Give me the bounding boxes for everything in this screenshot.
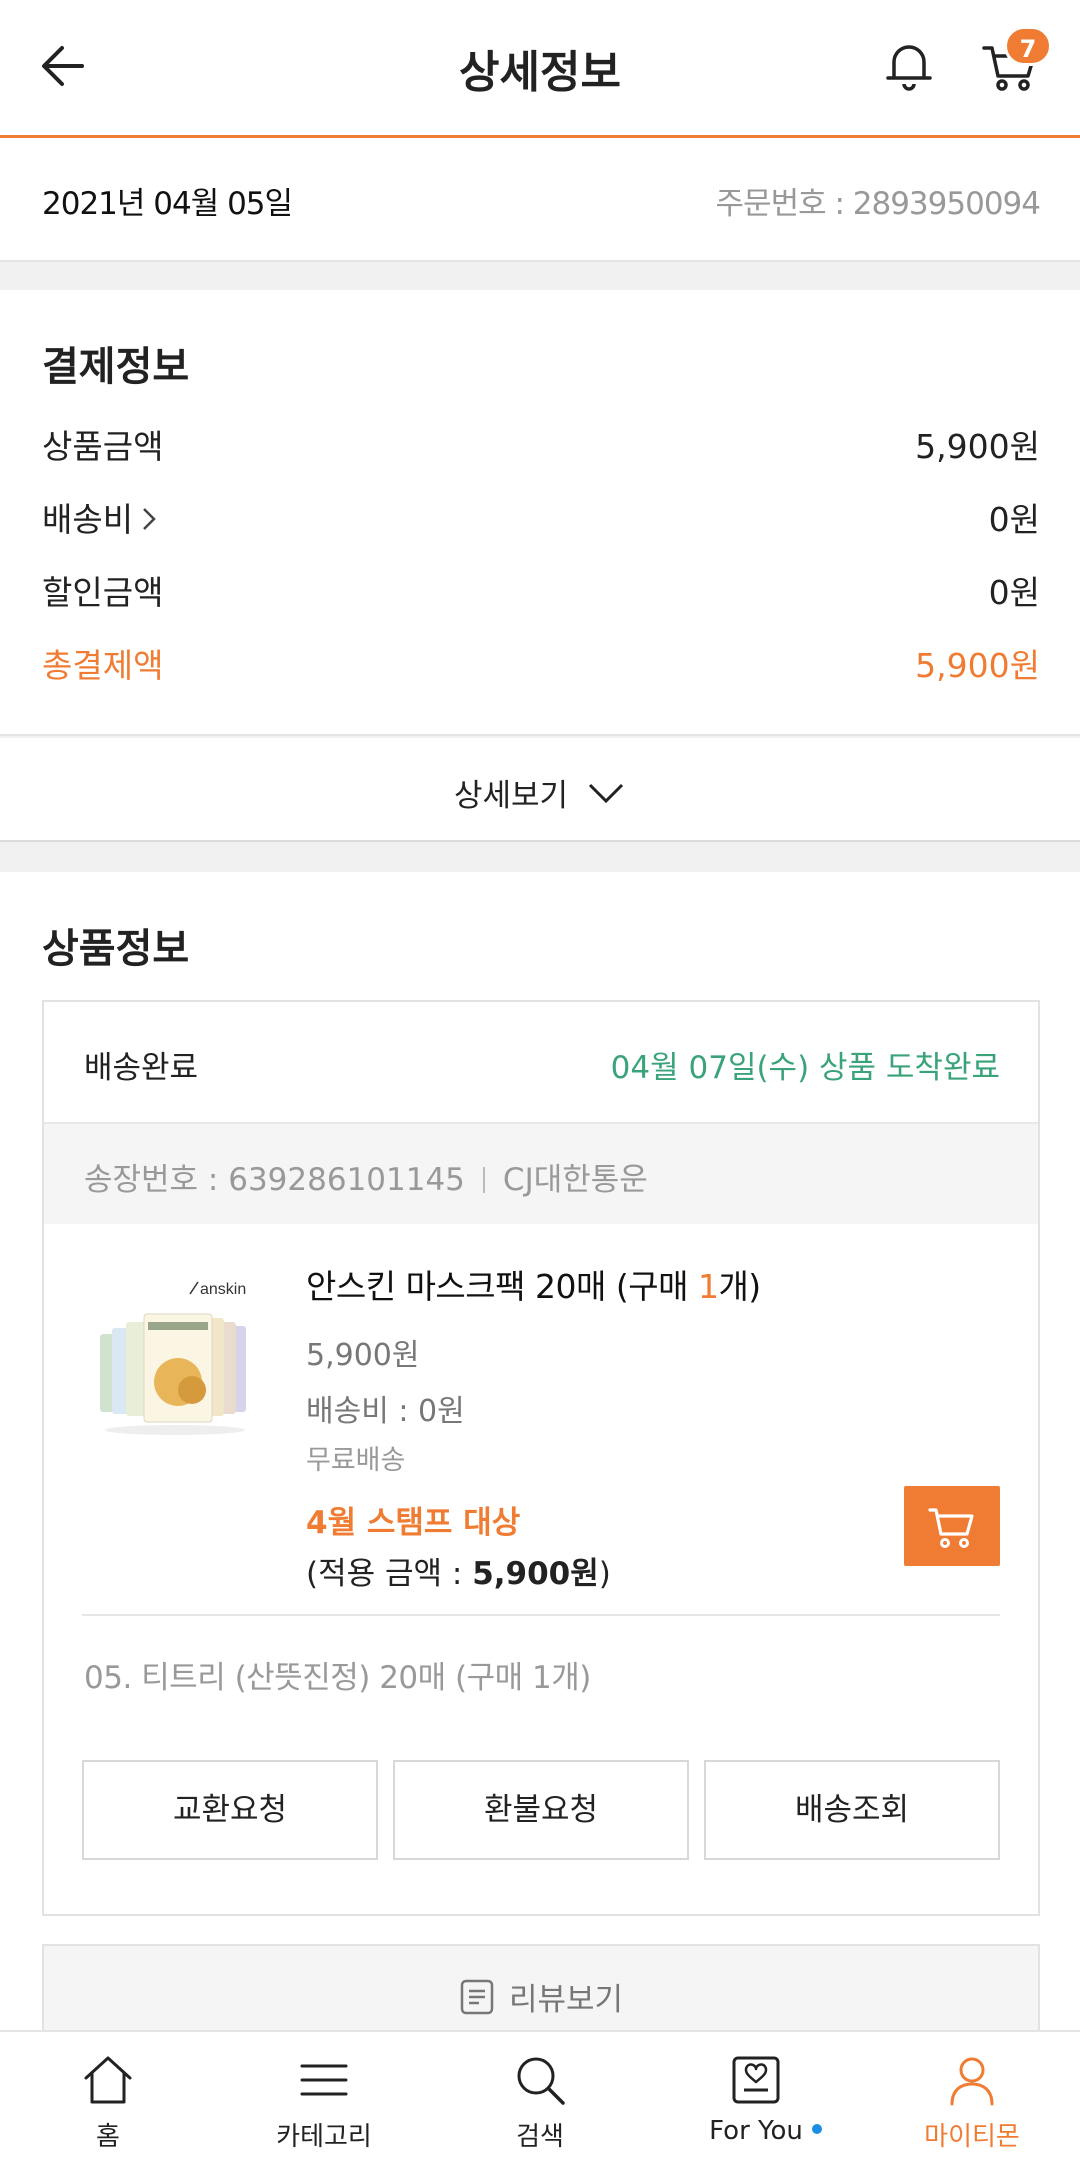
- purchase-quantity: 1: [697, 1267, 719, 1306]
- nav-search[interactable]: 검색: [432, 2032, 648, 2163]
- product-name[interactable]: 안스킨 마스크팩 20매 (구매 1개): [306, 1260, 1006, 1308]
- applied-amount-value: 5,900원: [472, 1556, 599, 1592]
- payment-label: 할인금액: [42, 573, 164, 612]
- free-shipping-label: 무료배송: [306, 1445, 406, 1476]
- divider: [82, 1614, 1000, 1616]
- cart-count-badge: 7: [1004, 26, 1052, 66]
- payment-value: 0원: [988, 573, 1040, 612]
- product-name-suffix: 개): [718, 1267, 761, 1306]
- refund-request-button[interactable]: 환불요청: [393, 1760, 689, 1860]
- product-name-text: 안스킨 마스크팩 20매 (구매: [306, 1267, 698, 1306]
- delivery-tracking-button[interactable]: 배송조회: [704, 1760, 1000, 1860]
- chevron-right-icon: [143, 508, 156, 530]
- menu-icon: [300, 2064, 348, 2096]
- view-reviews-button[interactable]: 리뷰보기: [42, 1944, 1040, 2044]
- applied-amount-suffix: ): [598, 1556, 611, 1592]
- delivery-status: 배송완료: [84, 1050, 199, 1086]
- nav-label: 마이티몬: [924, 2122, 1020, 2152]
- product-price: 5,900원: [306, 1338, 420, 1373]
- for-you-icon: [732, 2056, 780, 2104]
- courier-name: CJ대한통운: [502, 1162, 648, 1198]
- payment-value: 5,900원: [915, 427, 1040, 466]
- chevron-down-icon: [588, 783, 624, 803]
- payment-info-section: 결제정보 상품금액 5,900원 배송비 0원 할인금액 0원 총결제액 5,9…: [0, 290, 1080, 736]
- nav-my-tmon[interactable]: 마이티몬: [864, 2032, 1080, 2163]
- invoice-info: 송장번호 : 639286101145 CJ대한통운: [84, 1154, 648, 1199]
- stamp-target-label: 4월 스탬프 대상: [306, 1505, 521, 1541]
- brand-logo: anskin: [200, 1281, 246, 1298]
- app-header: 상세정보 7: [0, 0, 1080, 138]
- nav-label: 홈: [96, 2122, 120, 2152]
- invoice-number: 송장번호 : 639286101145: [84, 1162, 465, 1198]
- payment-row-product-amount: 상품금액 5,900원: [42, 420, 1040, 470]
- separator: [482, 1167, 485, 1193]
- payment-row-shipping[interactable]: 배송비 0원: [42, 493, 1040, 543]
- product-shipping-fee: 배송비 : 0원: [306, 1394, 465, 1429]
- payment-value: 0원: [988, 500, 1040, 539]
- cart-icon: [928, 1508, 974, 1548]
- arrival-info: 04월 07일(수) 상품 도착완료: [610, 1050, 1000, 1086]
- nav-home[interactable]: 홈: [0, 2032, 216, 2163]
- shipping-fee-link[interactable]: 배송비: [42, 493, 159, 541]
- applied-amount: (적용 금액 : 5,900원): [306, 1548, 1006, 1593]
- nav-label: For You: [709, 2116, 803, 2146]
- user-icon: [950, 2057, 994, 2106]
- order-date: 2021년 04월 05일: [42, 186, 293, 222]
- option-item: 05. 티트리 (산뜻진정) 20매 (구매 1개): [84, 1660, 591, 1696]
- detail-view-label: 상세보기: [453, 778, 569, 814]
- applied-amount-prefix: (적용 금액 :: [306, 1556, 473, 1592]
- product-section-title: 상품정보: [42, 926, 190, 972]
- notification-dot: [812, 2124, 822, 2134]
- order-item-card: 배송완료 04월 07일(수) 상품 도착완료 송장번호 : 639286101…: [42, 1000, 1040, 1916]
- bell-icon[interactable]: [880, 36, 938, 94]
- search-icon: [517, 2057, 565, 2105]
- order-summary-row: 2021년 04월 05일 주문번호 : 2893950094: [0, 138, 1080, 262]
- payment-label: 상품금액: [42, 427, 164, 466]
- order-number: 주문번호 : 2893950094: [715, 186, 1041, 222]
- detail-view-toggle[interactable]: 상세보기: [0, 738, 1080, 842]
- payment-label: 배송비: [42, 500, 134, 539]
- product-info-section: 상품정보 배송완료 04월 07일(수) 상품 도착완료 송장번호 : 6392…: [0, 872, 1080, 2044]
- payment-section-title: 결제정보: [42, 344, 190, 390]
- product-thumbnail[interactable]: anskin: [92, 1264, 258, 1444]
- home-icon: [84, 2056, 132, 2104]
- nav-category[interactable]: 카테고리: [216, 2032, 432, 2163]
- view-reviews-label: 리뷰보기: [508, 1982, 624, 2018]
- add-to-cart-button[interactable]: [904, 1486, 1000, 1566]
- payment-label: 총결제액: [42, 646, 164, 685]
- invoice-row: 송장번호 : 639286101145 CJ대한통운: [44, 1124, 1038, 1224]
- payment-row-total: 총결제액 5,900원: [42, 639, 1040, 689]
- payment-row-discount: 할인금액 0원: [42, 566, 1040, 616]
- bottom-navigation: 홈 카테고리 검색 For You 마이티몬: [0, 2030, 1080, 2163]
- nav-label: 검색: [516, 2122, 564, 2152]
- exchange-request-button[interactable]: 교환요청: [82, 1760, 378, 1860]
- payment-value: 5,900원: [915, 646, 1040, 685]
- nav-for-you[interactable]: For You: [648, 2032, 864, 2163]
- product-info: 안스킨 마스크팩 20매 (구매 1개) 5,900원 배송비 : 0원 무료배…: [306, 1260, 1006, 1593]
- document-icon: [460, 1979, 494, 2014]
- delivery-status-row: 배송완료 04월 07일(수) 상품 도착완료: [44, 1002, 1038, 1124]
- nav-label: 카테고리: [276, 2122, 372, 2152]
